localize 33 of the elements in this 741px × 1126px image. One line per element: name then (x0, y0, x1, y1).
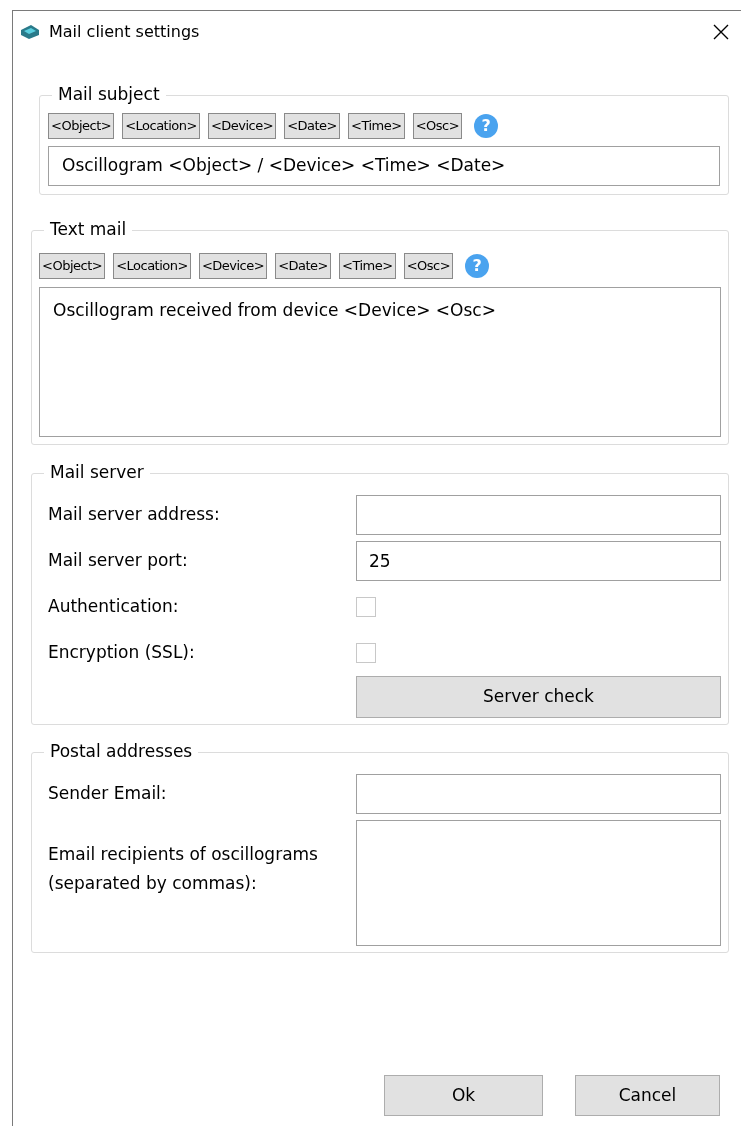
field-label: Authentication: (48, 595, 180, 619)
input-field[interactable]: 25 (356, 541, 721, 581)
checkbox[interactable] (356, 597, 376, 617)
placeholder-tag-button[interactable]: <Object> (39, 253, 106, 279)
subject-field[interactable]: Oscillogram <Object> / <Device> <Time> <Date> (48, 146, 720, 186)
window-title: Mail client settings (49, 21, 200, 43)
close-icon[interactable] (713, 24, 729, 40)
placeholder-tag-button[interactable]: <Device> (198, 253, 268, 279)
app-icon (19, 23, 41, 41)
checkbox[interactable] (356, 643, 376, 663)
field-label: Mail server address: (48, 503, 221, 527)
field-label: Encryption (SSL): (48, 641, 196, 665)
placeholder-tag-button[interactable]: <Osc> (403, 253, 454, 279)
placeholder-tag-button[interactable]: <Date> (284, 113, 340, 139)
group-title: Mail subject (52, 83, 166, 105)
text-area[interactable] (356, 820, 721, 946)
field-label: Email recipients of oscillograms (separated by commas): (48, 843, 318, 895)
placeholder-tag-button[interactable]: <Osc> (412, 113, 463, 139)
placeholder-tag-button[interactable]: <Date> (275, 253, 331, 279)
field-label: Mail server port: (48, 549, 189, 573)
dialog-button[interactable]: Ok (384, 1075, 543, 1116)
input-field[interactable] (356, 774, 721, 814)
placeholder-tag-button[interactable]: <Time> (339, 253, 396, 279)
text-area[interactable]: Oscillogram received from device <Device> <Osc> (39, 287, 721, 437)
server-check-button[interactable]: Server check (356, 676, 721, 718)
field-label: Sender Email: (48, 782, 168, 806)
placeholder-tag-button[interactable]: <Location> (122, 113, 200, 139)
placeholder-tag-button[interactable]: <Object> (48, 113, 115, 139)
placeholder-tag-button[interactable]: <Device> (207, 113, 277, 139)
input-field[interactable] (356, 495, 721, 535)
placeholder-tag-button[interactable]: <Location> (113, 253, 191, 279)
placeholder-tag-button[interactable]: <Time> (348, 113, 405, 139)
dialog-button[interactable]: Cancel (575, 1075, 720, 1116)
